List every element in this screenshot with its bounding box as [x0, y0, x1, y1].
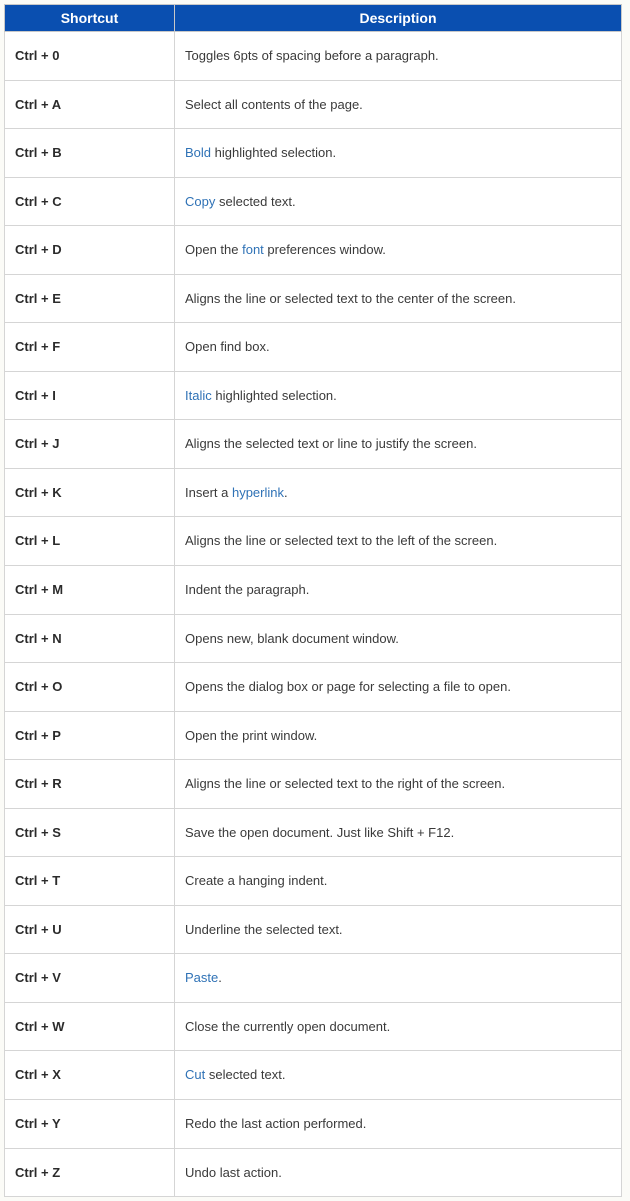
table-row: Ctrl + ZUndo last action. [5, 1148, 622, 1197]
shortcut-cell: Ctrl + U [5, 905, 175, 954]
description-cell: Paste. [175, 954, 622, 1003]
description-cell: Bold highlighted selection. [175, 129, 622, 178]
description-cell: Opens new, blank document window. [175, 614, 622, 663]
shortcut-cell: Ctrl + Y [5, 1100, 175, 1149]
table-header-row: Shortcut Description [5, 5, 622, 32]
shortcut-cell: Ctrl + O [5, 663, 175, 712]
header-shortcut: Shortcut [5, 5, 175, 32]
shortcut-cell: Ctrl + K [5, 468, 175, 517]
shortcut-cell: Ctrl + F [5, 323, 175, 372]
table-row: Ctrl + TCreate a hanging indent. [5, 857, 622, 906]
table-row: Ctrl + FOpen find box. [5, 323, 622, 372]
table-row: Ctrl + KInsert a hyperlink. [5, 468, 622, 517]
description-cell: Insert a hyperlink. [175, 468, 622, 517]
inline-link[interactable]: Copy [185, 194, 215, 209]
description-cell: Toggles 6pts of spacing before a paragra… [175, 32, 622, 81]
description-cell: Aligns the line or selected text to the … [175, 760, 622, 809]
table-row: Ctrl + MIndent the paragraph. [5, 566, 622, 615]
description-cell: Italic highlighted selection. [175, 371, 622, 420]
shortcut-cell: Ctrl + I [5, 371, 175, 420]
description-cell: Aligns the line or selected text to the … [175, 274, 622, 323]
table-row: Ctrl + BBold highlighted selection. [5, 129, 622, 178]
table-row: Ctrl + DOpen the font preferences window… [5, 226, 622, 275]
header-description: Description [175, 5, 622, 32]
shortcut-cell: Ctrl + 0 [5, 32, 175, 81]
inline-link[interactable]: hyperlink [232, 485, 284, 500]
shortcut-cell: Ctrl + J [5, 420, 175, 469]
shortcut-cell: Ctrl + C [5, 177, 175, 226]
table-row: Ctrl + RAligns the line or selected text… [5, 760, 622, 809]
inline-link[interactable]: Paste [185, 970, 218, 985]
description-cell: Redo the last action performed. [175, 1100, 622, 1149]
description-cell: Select all contents of the page. [175, 80, 622, 129]
table-row: Ctrl + WClose the currently open documen… [5, 1002, 622, 1051]
table-row: Ctrl + NOpens new, blank document window… [5, 614, 622, 663]
table-row: Ctrl + 0Toggles 6pts of spacing before a… [5, 32, 622, 81]
description-cell: Save the open document. Just like Shift … [175, 808, 622, 857]
description-cell: Indent the paragraph. [175, 566, 622, 615]
inline-link[interactable]: Italic [185, 388, 212, 403]
shortcut-cell: Ctrl + R [5, 760, 175, 809]
table-row: Ctrl + LAligns the line or selected text… [5, 517, 622, 566]
shortcut-cell: Ctrl + M [5, 566, 175, 615]
description-cell: Create a hanging indent. [175, 857, 622, 906]
table-row: Ctrl + JAligns the selected text or line… [5, 420, 622, 469]
description-cell: Open the print window. [175, 711, 622, 760]
table-row: Ctrl + POpen the print window. [5, 711, 622, 760]
shortcut-cell: Ctrl + Z [5, 1148, 175, 1197]
description-cell: Aligns the line or selected text to the … [175, 517, 622, 566]
inline-link[interactable]: Cut [185, 1067, 205, 1082]
shortcut-cell: Ctrl + N [5, 614, 175, 663]
description-cell: Underline the selected text. [175, 905, 622, 954]
shortcut-cell: Ctrl + P [5, 711, 175, 760]
table-row: Ctrl + VPaste. [5, 954, 622, 1003]
shortcut-cell: Ctrl + L [5, 517, 175, 566]
table-row: Ctrl + XCut selected text. [5, 1051, 622, 1100]
shortcuts-table: Shortcut Description Ctrl + 0Toggles 6pt… [4, 4, 622, 1197]
inline-link[interactable]: font [242, 242, 264, 257]
table-row: Ctrl + YRedo the last action performed. [5, 1100, 622, 1149]
shortcut-cell: Ctrl + E [5, 274, 175, 323]
shortcut-cell: Ctrl + V [5, 954, 175, 1003]
description-cell: Undo last action. [175, 1148, 622, 1197]
table-row: Ctrl + CCopy selected text. [5, 177, 622, 226]
shortcut-cell: Ctrl + X [5, 1051, 175, 1100]
description-cell: Open the font preferences window. [175, 226, 622, 275]
table-row: Ctrl + EAligns the line or selected text… [5, 274, 622, 323]
table-row: Ctrl + UUnderline the selected text. [5, 905, 622, 954]
table-row: Ctrl + OOpens the dialog box or page for… [5, 663, 622, 712]
table-row: Ctrl + ASelect all contents of the page. [5, 80, 622, 129]
description-cell: Close the currently open document. [175, 1002, 622, 1051]
description-cell: Open find box. [175, 323, 622, 372]
description-cell: Aligns the selected text or line to just… [175, 420, 622, 469]
shortcut-cell: Ctrl + B [5, 129, 175, 178]
description-cell: Opens the dialog box or page for selecti… [175, 663, 622, 712]
shortcut-cell: Ctrl + A [5, 80, 175, 129]
shortcut-cell: Ctrl + T [5, 857, 175, 906]
shortcut-cell: Ctrl + D [5, 226, 175, 275]
table-row: Ctrl + IItalic highlighted selection. [5, 371, 622, 420]
description-cell: Copy selected text. [175, 177, 622, 226]
shortcut-cell: Ctrl + S [5, 808, 175, 857]
inline-link[interactable]: Bold [185, 145, 211, 160]
shortcut-cell: Ctrl + W [5, 1002, 175, 1051]
table-row: Ctrl + SSave the open document. Just lik… [5, 808, 622, 857]
description-cell: Cut selected text. [175, 1051, 622, 1100]
